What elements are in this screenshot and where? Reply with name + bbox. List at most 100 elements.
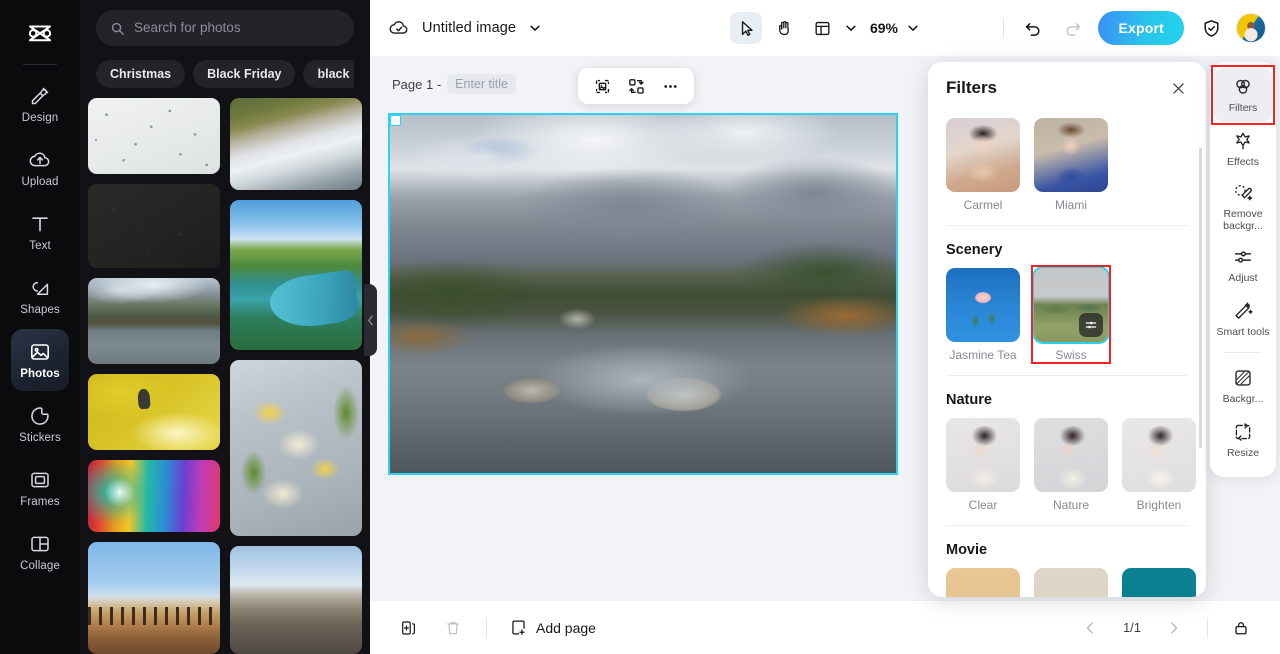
sidebar-item-photos[interactable]: Photos xyxy=(11,329,69,391)
zoom-level: 69% xyxy=(869,20,899,36)
filter-label: Brighten xyxy=(1136,499,1182,511)
neon-abstract-photo[interactable] xyxy=(88,459,220,533)
right-rail-label: Backgr... xyxy=(1222,393,1264,406)
more-options-button[interactable] xyxy=(656,72,684,100)
city-bridge-photo[interactable] xyxy=(88,542,220,654)
sheet-pan-food-photo[interactable] xyxy=(230,360,362,537)
filter-thumb-movie-1[interactable] xyxy=(946,568,1020,597)
add-page-button[interactable]: Add page xyxy=(509,618,596,637)
left-nav-rail: Design Upload Text Shapes Photos Stickers Fram… xyxy=(0,0,80,654)
right-rail-item-backgr[interactable]: Backgr... xyxy=(1214,359,1272,413)
security-button[interactable] xyxy=(1196,13,1226,43)
tag-chip-black[interactable]: black xyxy=(303,60,354,88)
coastline-photo[interactable] xyxy=(230,98,362,190)
add-page-icon xyxy=(512,620,525,635)
search-input[interactable]: Search for photos xyxy=(96,10,354,46)
zoom-chevron-down-icon[interactable] xyxy=(906,21,920,35)
panel-collapse-handle[interactable] xyxy=(364,284,377,356)
next-page-button[interactable] xyxy=(1159,613,1189,643)
snow-texture-photo[interactable] xyxy=(88,98,220,175)
filter-thumb-miami[interactable]: Miami xyxy=(1034,118,1108,211)
export-button[interactable]: Export xyxy=(1098,11,1184,45)
chevron-right-icon xyxy=(1171,621,1178,634)
redo-button[interactable] xyxy=(1058,13,1088,43)
select-tool[interactable] xyxy=(729,12,762,44)
filters-section-divider xyxy=(946,375,1188,376)
filter-thumb-swiss[interactable]: Swiss xyxy=(1032,266,1110,361)
tag-chip-christmas[interactable]: Christmas xyxy=(96,60,186,88)
filters-scrollbar[interactable] xyxy=(1199,148,1202,448)
user-avatar[interactable] xyxy=(1236,13,1266,43)
zoom-control[interactable]: 69% xyxy=(870,20,920,36)
filter-thumb-carmel[interactable]: Carmel xyxy=(946,118,1020,211)
delete-page-button[interactable] xyxy=(438,613,468,643)
adjust-sliders-icon[interactable] xyxy=(1079,313,1103,337)
sidebar-item-frames[interactable]: Frames xyxy=(11,457,69,519)
filters-circles-icon xyxy=(1232,76,1254,98)
hand-tool[interactable] xyxy=(768,12,800,44)
filters-section-divider xyxy=(946,525,1188,526)
filter-thumb-brighten[interactable]: Brighten xyxy=(1122,418,1196,511)
right-rail-item-resize[interactable]: Resize xyxy=(1214,413,1272,467)
filter-thumb-movie-2[interactable] xyxy=(1034,568,1108,597)
filter-thumb-movie-3[interactable] xyxy=(1122,568,1196,597)
sidebar-item-label: Frames xyxy=(20,495,60,508)
photo-grid xyxy=(88,98,362,654)
right-rail-label: Adjust xyxy=(1228,272,1258,285)
yellow-bird-photo[interactable] xyxy=(88,373,220,450)
document-title-chevron-down-icon[interactable] xyxy=(528,21,542,35)
smart-tools-wand-icon xyxy=(1232,300,1254,322)
filter-thumb-image xyxy=(1122,418,1196,492)
tag-chips: Christmas Black Friday black xyxy=(96,60,354,88)
canvas-page[interactable] xyxy=(388,113,898,475)
upload-cloud-icon xyxy=(28,148,52,172)
page-title-input[interactable]: Enter title xyxy=(447,74,516,94)
filters-panel-body: Carmel Miami Scenery Jasmine Tea Swiss Nature… xyxy=(928,114,1206,597)
prev-page-button[interactable] xyxy=(1075,613,1105,643)
mountain-sky-photo[interactable] xyxy=(230,546,362,654)
filter-thumb-clear[interactable]: Clear xyxy=(946,418,1020,511)
capcut-logo-icon xyxy=(28,25,52,42)
mountain-lake-photo[interactable] xyxy=(88,277,220,364)
replace-image-button[interactable] xyxy=(622,72,650,100)
cloud-saved-icon[interactable] xyxy=(388,17,410,39)
green-river-photo[interactable] xyxy=(230,199,362,351)
sidebar-item-shapes[interactable]: Shapes xyxy=(11,265,69,327)
mountain-lake-canvas-image xyxy=(390,115,896,473)
filter-thumb-jasmine-tea[interactable]: Jasmine Tea xyxy=(946,268,1020,361)
app-logo[interactable] xyxy=(16,10,64,58)
remove-bg-wand-icon xyxy=(1232,182,1254,204)
sidebar-item-label: Shapes xyxy=(20,303,60,316)
filter-label: Jasmine Tea xyxy=(949,349,1017,361)
layout-chevron-down-icon[interactable] xyxy=(844,21,858,35)
lock-button[interactable] xyxy=(1226,613,1256,643)
sidebar-item-design[interactable]: Design xyxy=(11,73,69,135)
layout-tool[interactable] xyxy=(806,12,838,44)
bottombar-divider-right xyxy=(1207,617,1208,638)
sidebar-item-collage[interactable]: Collage xyxy=(11,521,69,583)
collage-icon xyxy=(28,532,52,556)
design-icon xyxy=(28,84,52,108)
sidebar-item-upload[interactable]: Upload xyxy=(11,137,69,199)
sidebar-item-stickers[interactable]: Stickers xyxy=(11,393,69,455)
tag-chip-black-friday[interactable]: Black Friday xyxy=(193,60,296,88)
filters-panel-close-button[interactable] xyxy=(1168,78,1188,98)
more-dots-icon xyxy=(663,84,677,88)
crop-image-button[interactable] xyxy=(588,72,616,100)
filters-panel-header: Filters xyxy=(928,62,1206,114)
photos-icon xyxy=(28,340,52,364)
right-rail-item-adjust[interactable]: Adjust xyxy=(1214,238,1272,292)
undo-button[interactable] xyxy=(1018,13,1048,43)
right-rail-item-effects[interactable]: Effects xyxy=(1214,122,1272,176)
document-title[interactable]: Untitled image xyxy=(422,20,516,36)
sidebar-item-text[interactable]: Text xyxy=(11,201,69,263)
redo-icon xyxy=(1066,23,1081,36)
filter-thumb-image xyxy=(946,118,1020,192)
right-rail-item-remove-backgr[interactable]: Remove backgr... xyxy=(1214,176,1272,238)
black-texture-photo[interactable] xyxy=(88,184,220,268)
filters-rail-button[interactable]: Filters xyxy=(1214,68,1272,122)
right-rail-item-smart-tools[interactable]: Smart tools xyxy=(1214,292,1272,346)
filter-thumb-nature[interactable]: Nature xyxy=(1034,418,1108,511)
filter-label: Nature xyxy=(1052,499,1090,511)
duplicate-page-button[interactable] xyxy=(394,613,424,643)
